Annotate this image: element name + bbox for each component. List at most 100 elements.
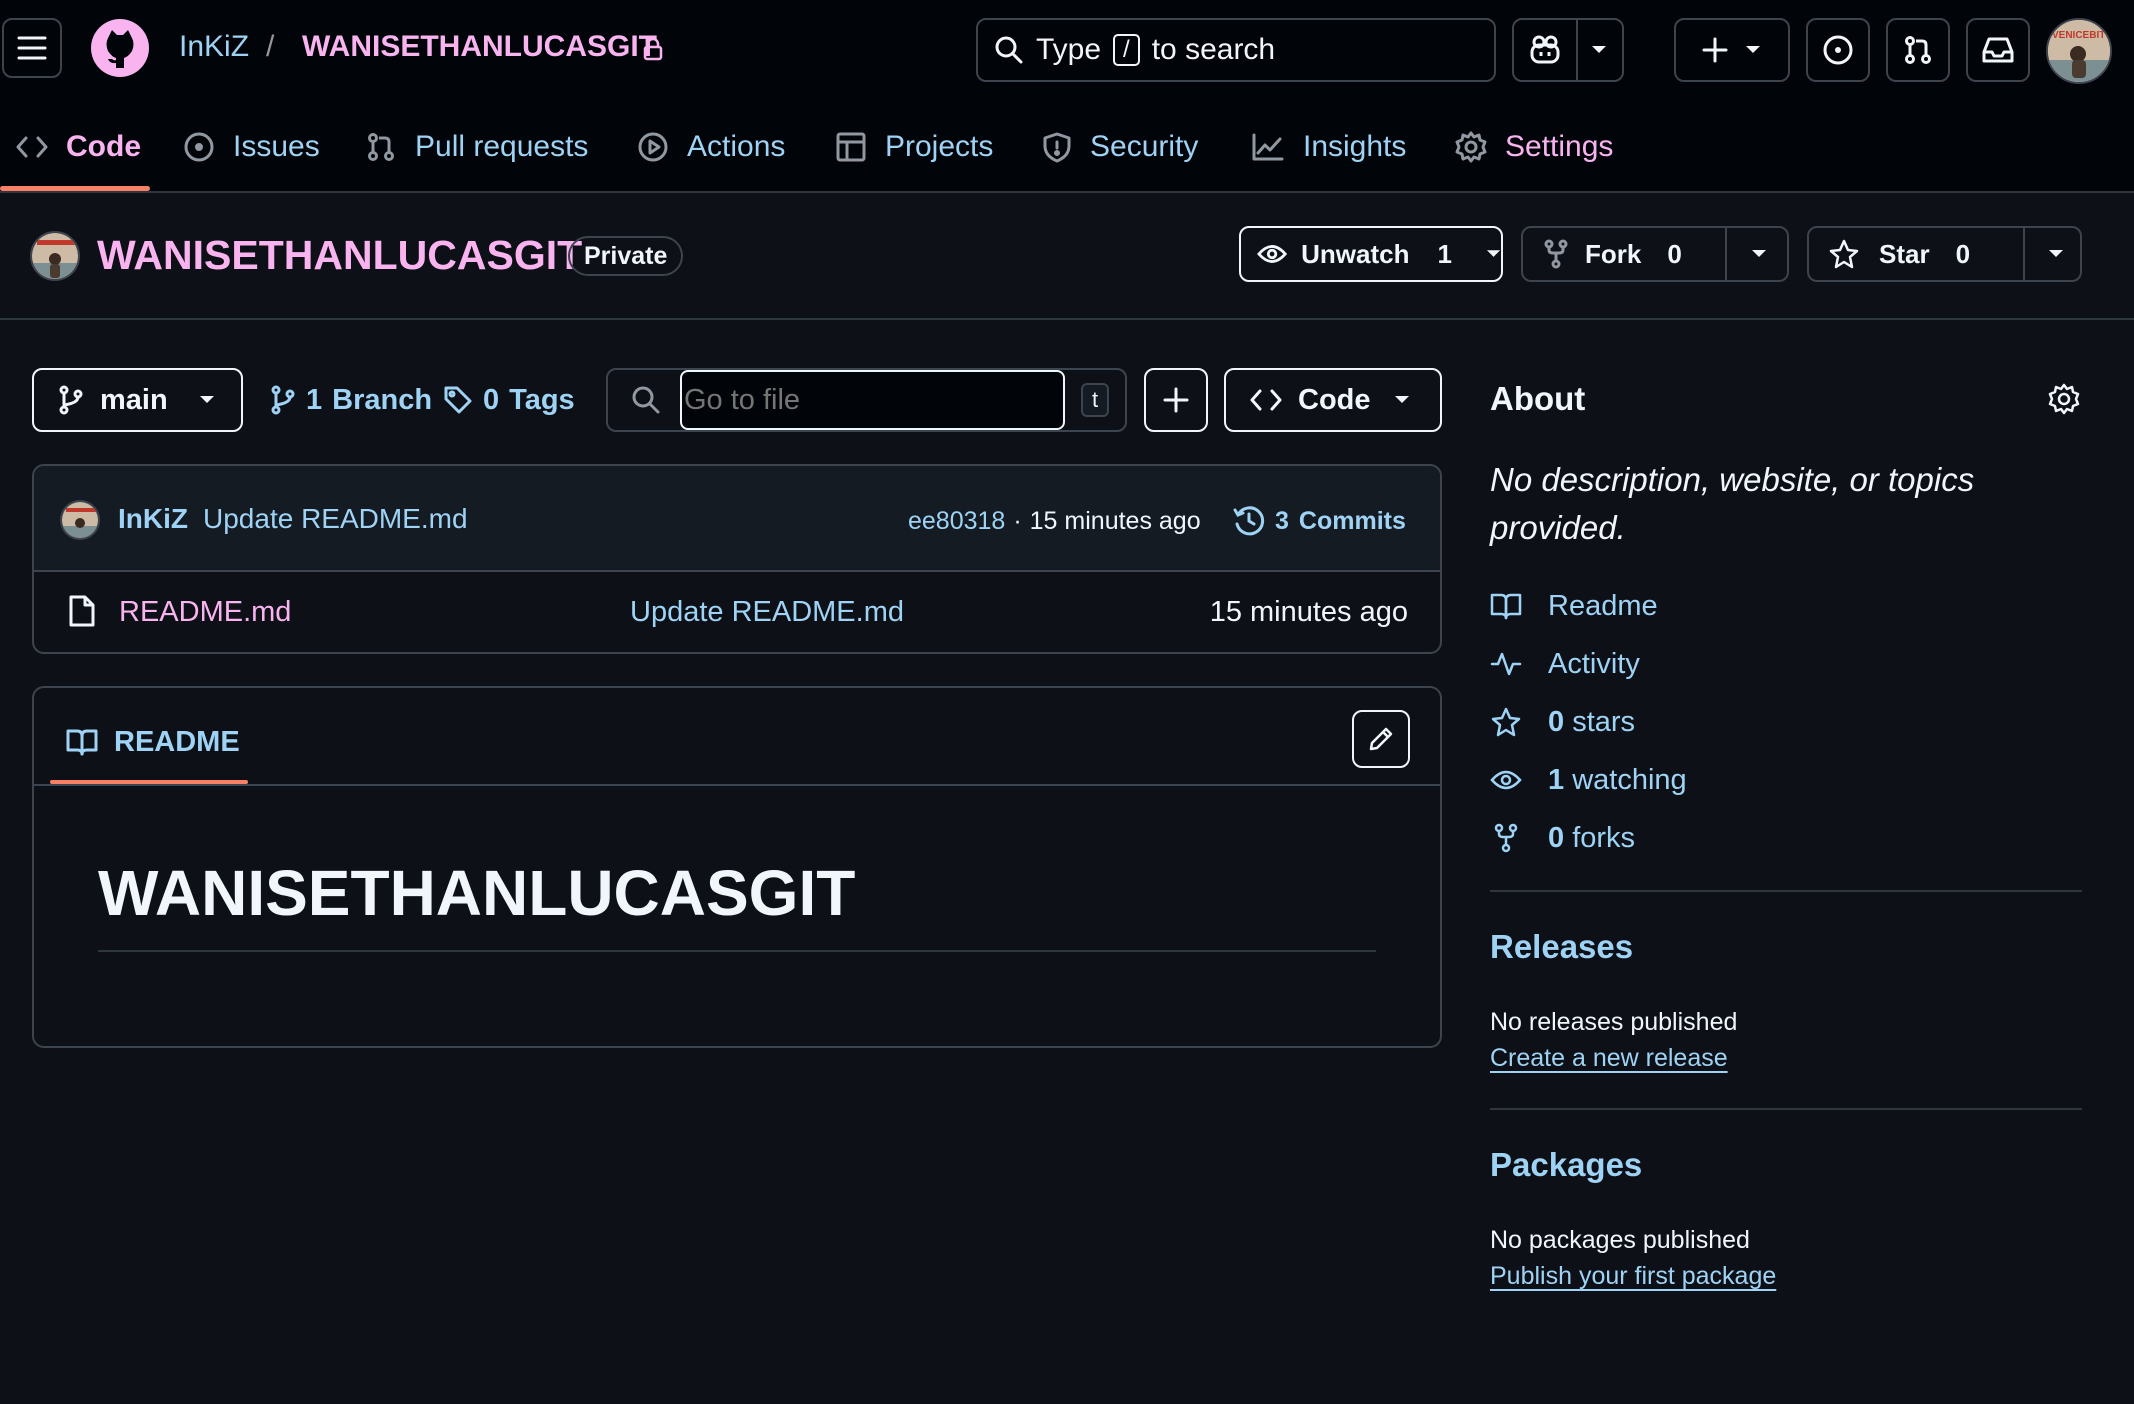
fork-button[interactable]: Fork 0	[1521, 226, 1789, 282]
file-name[interactable]: README.md	[119, 596, 291, 629]
file-icon	[69, 595, 95, 627]
branches-link[interactable]: 1 Branch	[270, 380, 432, 420]
tab-projects[interactable]: Projects	[835, 122, 993, 172]
about-readme-link[interactable]: Readme	[1490, 586, 1658, 626]
commit-sha[interactable]: ee80318	[908, 507, 1005, 536]
create-release-link[interactable]: Create a new release	[1490, 1044, 1728, 1073]
app-header: InKiZ / WANISETHANLUCASGIT Type / to sea…	[0, 0, 2134, 193]
repo-avatar	[30, 231, 80, 281]
tab-label: Pull requests	[415, 130, 589, 163]
releases-divider	[1490, 1108, 2082, 1110]
plus-icon	[1163, 387, 1189, 413]
about-stars-link[interactable]: 0 stars	[1490, 702, 1635, 742]
chevron-down-icon[interactable]	[1750, 248, 1768, 260]
commit-meta: ee80318 · 15 minutes ago	[908, 504, 1201, 538]
tab-pull-requests[interactable]: Pull requests	[365, 122, 588, 172]
search-key-badge: /	[1113, 34, 1140, 66]
code-button-label: Code	[1298, 383, 1371, 416]
pull-request-icon	[368, 133, 394, 161]
chevron-down-icon	[199, 396, 214, 403]
breadcrumb-owner[interactable]: InKiZ	[179, 30, 249, 64]
search-prefix: Type	[1036, 33, 1102, 66]
packages-title[interactable]: Packages	[1490, 1146, 1642, 1184]
tab-security[interactable]: Security	[1042, 122, 1198, 172]
edit-readme-button[interactable]	[1352, 710, 1410, 768]
commit-dot: ·	[1013, 506, 1022, 535]
tab-label: Code	[66, 130, 141, 163]
repo-title[interactable]: WANISETHANLUCASGIT	[97, 232, 582, 279]
global-search-input[interactable]: Type / to search	[976, 18, 1496, 82]
readme-heading-rule	[98, 950, 1376, 952]
pull-requests-button[interactable]	[1886, 18, 1950, 82]
about-forks-link[interactable]: 0 forks	[1490, 818, 1635, 858]
shield-icon	[1043, 132, 1071, 163]
fork-count: 0	[1667, 238, 1682, 269]
breadcrumb-repo[interactable]: WANISETHANLUCASGIT	[302, 30, 657, 64]
about-description: No description, website, or topics provi…	[1490, 461, 1975, 546]
gear-icon[interactable]	[2048, 383, 2080, 415]
tab-actions[interactable]: Actions	[637, 122, 785, 172]
branches-label: Branch	[332, 383, 433, 416]
publish-package-link[interactable]: Publish your first package	[1490, 1262, 1776, 1291]
plus-icon	[1702, 37, 1728, 63]
chevron-down-icon[interactable]	[2047, 248, 2065, 260]
hamburger-icon	[17, 36, 47, 60]
readme-tab-label: README	[114, 725, 240, 758]
commit-message[interactable]: Update README.md	[203, 503, 468, 535]
visibility-badge: Private	[568, 236, 684, 276]
star-button[interactable]: Star 0	[1807, 226, 2082, 282]
commit-author-avatar	[60, 500, 100, 540]
code-icon	[16, 136, 48, 158]
commit-author[interactable]: InKiZ	[118, 503, 188, 535]
play-icon	[638, 132, 668, 162]
readme-tab[interactable]: README	[66, 720, 240, 764]
chevron-down-icon	[1394, 396, 1409, 403]
tab-insights[interactable]: Insights	[1251, 122, 1406, 172]
file-commit-message[interactable]: Update README.md	[630, 596, 904, 629]
unwatch-label: Unwatch	[1301, 238, 1410, 269]
branch-icon	[271, 385, 295, 415]
tags-link[interactable]: 0 Tags	[443, 380, 575, 420]
branch-selector[interactable]: main	[32, 368, 243, 432]
inbox-button[interactable]	[1966, 18, 2030, 82]
about-activity-link[interactable]: Activity	[1490, 644, 1640, 684]
tab-label: Security	[1090, 130, 1199, 163]
tab-settings[interactable]: Settings	[1455, 122, 1613, 172]
star-label: Star	[1879, 238, 1930, 269]
chevron-down-icon	[1746, 46, 1760, 53]
star-icon	[1829, 239, 1859, 269]
packages-empty: No packages published	[1490, 1226, 1750, 1254]
issues-button[interactable]	[1806, 18, 1870, 82]
file-row[interactable]: README.md Update README.md 15 minutes ag…	[34, 572, 1440, 652]
code-dropdown-button[interactable]: Code	[1224, 368, 1442, 432]
create-new-button[interactable]	[1674, 18, 1790, 82]
copilot-button[interactable]	[1512, 18, 1624, 82]
github-logo-icon[interactable]	[90, 18, 150, 78]
releases-empty: No releases published	[1490, 1008, 1738, 1036]
commits-count: 3	[1275, 506, 1289, 535]
table-icon	[836, 132, 866, 162]
branches-count: 1	[306, 383, 323, 416]
about-label: forks	[1572, 821, 1636, 854]
unwatch-button[interactable]: Unwatch 1	[1239, 226, 1503, 282]
gear-icon	[1455, 131, 1487, 163]
tab-issues[interactable]: Issues	[183, 122, 320, 172]
about-label: watching	[1572, 763, 1687, 796]
fork-label: Fork	[1585, 238, 1642, 269]
releases-title[interactable]: Releases	[1490, 928, 1633, 966]
file-list: InKiZ Update README.md ee80318 · 15 minu…	[32, 464, 1442, 654]
eye-icon	[1490, 770, 1522, 790]
issue-icon	[184, 132, 214, 162]
tab-label: Settings	[1505, 130, 1614, 163]
branch-icon	[59, 385, 83, 415]
add-file-button[interactable]	[1144, 368, 1208, 432]
go-to-file-input[interactable]	[680, 370, 1065, 430]
about-watching-link[interactable]: 1 watching	[1490, 760, 1687, 800]
active-tab-underline	[0, 186, 150, 191]
book-icon	[66, 729, 98, 756]
tab-code[interactable]: Code	[16, 122, 141, 172]
menu-button[interactable]	[2, 18, 62, 78]
commits-history-link[interactable]: 3 Commits	[1233, 502, 1406, 540]
user-avatar[interactable]: VENICEBITCH	[2046, 18, 2112, 84]
fork-icon	[1494, 823, 1518, 853]
